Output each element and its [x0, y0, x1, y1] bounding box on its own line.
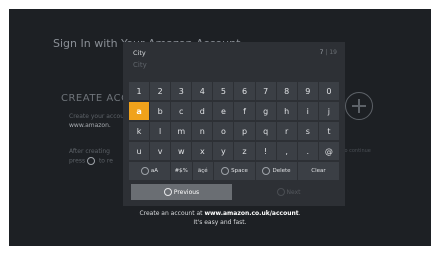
accents-key[interactable]: äçé	[192, 162, 213, 180]
previous-button[interactable]: Previous	[131, 184, 232, 200]
footer-suffix: .	[298, 210, 301, 217]
key-a[interactable]: a	[129, 102, 150, 120]
key-c[interactable]: c	[171, 102, 192, 120]
key-v[interactable]: v	[150, 142, 171, 160]
key-x[interactable]: x	[192, 142, 213, 160]
tv-screen: Sign In with Your Amazon Account CREATE …	[9, 9, 431, 246]
key-comma[interactable]: ,	[276, 142, 297, 160]
footer-prefix: Create an account at	[139, 210, 203, 217]
background-line-3: After creating	[69, 148, 110, 155]
key-t[interactable]: t	[318, 122, 339, 140]
onscreen-keyboard: 1 2 3 4 5 6 7 8 9 0 a b c d e f g h i j …	[129, 82, 339, 182]
key-exclamation[interactable]: !	[255, 142, 276, 160]
key-s[interactable]: s	[297, 122, 318, 140]
key-u[interactable]: u	[129, 142, 150, 160]
keyboard-row-k-t: k l m n o p q r s t	[129, 122, 339, 140]
footer-line-2: It's easy and fast.	[193, 219, 247, 226]
keyboard-panel: City 7 | 19 City 1 2 3 4 5 6 7 8 9 0 a b	[123, 42, 345, 206]
keyboard-row-functions: aA #$% äçé Space Delete Clear	[129, 162, 339, 180]
key-y[interactable]: y	[213, 142, 234, 160]
key-k[interactable]: k	[129, 122, 150, 140]
background-line-4-text: press	[69, 157, 86, 165]
background-line-4-tail: to re	[98, 157, 113, 165]
symbols-key[interactable]: #$%	[171, 162, 192, 180]
key-n[interactable]: n	[192, 122, 213, 140]
key-e[interactable]: e	[213, 102, 234, 120]
key-5[interactable]: 5	[213, 82, 234, 100]
key-i[interactable]: i	[297, 102, 318, 120]
key-b[interactable]: b	[150, 102, 171, 120]
counter-max: 19	[329, 49, 337, 56]
delete-key[interactable]: Delete	[256, 162, 297, 180]
remote-button-icon	[262, 167, 271, 175]
keyboard-row-u-at: u v w x y z ! , . @	[129, 142, 339, 160]
counter-current: 7	[319, 49, 324, 56]
key-p[interactable]: p	[234, 122, 255, 140]
field-label: City	[133, 49, 146, 57]
key-7[interactable]: 7	[255, 82, 276, 100]
key-3[interactable]: 3	[171, 82, 192, 100]
key-m[interactable]: m	[171, 122, 192, 140]
key-8[interactable]: 8	[276, 82, 297, 100]
space-key[interactable]: Space	[214, 162, 255, 180]
remote-button-icon	[276, 188, 285, 196]
key-period[interactable]: .	[297, 142, 318, 160]
delete-label: Delete	[272, 168, 291, 174]
select-button-icon	[87, 157, 96, 165]
key-z[interactable]: z	[234, 142, 255, 160]
key-g[interactable]: g	[255, 102, 276, 120]
key-r[interactable]: r	[276, 122, 297, 140]
case-toggle-key[interactable]: aA	[129, 162, 170, 180]
key-q[interactable]: q	[255, 122, 276, 140]
remote-button-icon	[163, 188, 172, 196]
case-toggle-label: aA	[150, 168, 159, 174]
remote-button-icon	[140, 167, 149, 175]
key-f[interactable]: f	[234, 102, 255, 120]
counter-separator: |	[325, 49, 328, 56]
background-create-heading: CREATE ACC	[61, 93, 129, 104]
keyboard-row-a-j: a b c d e f g h i j	[129, 102, 339, 120]
navigation-actions: Previous Next	[131, 184, 339, 200]
remote-button-icon	[221, 167, 230, 175]
key-j[interactable]: j	[318, 102, 339, 120]
character-counter: 7 | 19	[320, 49, 337, 56]
key-0[interactable]: 0	[318, 82, 339, 100]
next-button[interactable]: Next	[238, 184, 339, 200]
key-h[interactable]: h	[276, 102, 297, 120]
previous-label: Previous	[173, 188, 200, 196]
background-url: www.amazon.	[69, 122, 111, 129]
key-6[interactable]: 6	[234, 82, 255, 100]
key-9[interactable]: 9	[297, 82, 318, 100]
key-d[interactable]: d	[192, 102, 213, 120]
key-o[interactable]: o	[213, 122, 234, 140]
key-at[interactable]: @	[318, 142, 339, 160]
key-w[interactable]: w	[171, 142, 192, 160]
keyboard-row-numbers: 1 2 3 4 5 6 7 8 9 0	[129, 82, 339, 100]
key-2[interactable]: 2	[150, 82, 171, 100]
clear-key[interactable]: Clear	[298, 162, 339, 180]
background-line-4: press to re	[69, 157, 113, 165]
key-1[interactable]: 1	[129, 82, 150, 100]
footer-url: www.amazon.co.uk/account	[204, 210, 299, 217]
city-input[interactable]: City	[133, 61, 147, 69]
next-label: Next	[286, 188, 301, 196]
add-plus-icon	[345, 92, 373, 120]
footer-line-1: Create an account at www.amazon.co.uk/ac…	[9, 210, 431, 217]
space-label: Space	[231, 168, 248, 174]
key-l[interactable]: l	[150, 122, 171, 140]
key-4[interactable]: 4	[192, 82, 213, 100]
